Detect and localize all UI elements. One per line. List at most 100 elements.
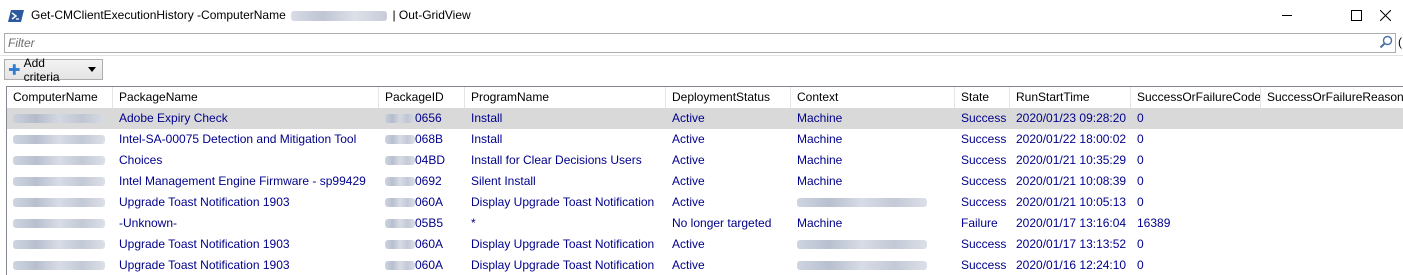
cell-programname: Display Upgrade Toast Notification (471, 258, 655, 272)
title-bar: Get-CMClientExecutionHistory -ComputerNa… (0, 0, 1403, 32)
cell-successorfailurereason (1261, 234, 1403, 255)
filter-box (4, 33, 1396, 53)
cell-context: Machine (797, 216, 843, 230)
table-row[interactable]: Upgrade Toast Notification 1903 060A Displ… (7, 192, 1403, 213)
maximize-button[interactable] (1333, 0, 1379, 30)
cell-successorfailurereason (1261, 171, 1403, 192)
cell-packagename: Intel Management Engine Firmware - sp994… (119, 174, 366, 188)
redacted-value (13, 156, 105, 166)
redacted-value (13, 198, 105, 208)
cell-deploymentstatus: Active (672, 132, 705, 146)
redacted-prefix (385, 135, 415, 145)
cell-successorfailurereason (1261, 255, 1403, 275)
column-header-packagename[interactable]: PackageName (113, 87, 379, 108)
column-header-programname[interactable]: ProgramName (465, 87, 666, 108)
table-row[interactable]: Choices 04BD Install for Clear Decisions U… (7, 150, 1403, 171)
close-button[interactable] (1380, 0, 1403, 30)
cell-state: Success (961, 258, 1007, 272)
cell-deploymentstatus: Active (672, 258, 705, 272)
cell-packagename: Adobe Expiry Check (119, 111, 228, 125)
window-title: Get-CMClientExecutionHistory -ComputerNa… (31, 8, 471, 22)
cell-computername (7, 171, 113, 192)
add-criteria-button[interactable]: Add criteria (4, 56, 103, 84)
column-header-successorfailurereason[interactable]: SuccessOrFailureReason (1261, 87, 1403, 108)
redacted-value (13, 177, 105, 187)
package-id-suffix: 0656 (415, 111, 442, 125)
cell-successorfailurecode: 0 (1137, 132, 1144, 146)
cell-successorfailurereason (1261, 192, 1403, 213)
package-id-suffix: 068B (415, 132, 444, 146)
minimize-icon (1281, 14, 1292, 16)
redacted-value (797, 198, 927, 208)
cell-computername (7, 150, 113, 171)
table-row[interactable]: Upgrade Toast Notification 1903 060A Displ… (7, 234, 1403, 255)
results-grid[interactable]: ComputerName PackageName PackageID ProgramN… (6, 86, 1403, 275)
cell-computername (7, 129, 113, 150)
cell-successorfailurecode: 16389 (1137, 216, 1171, 230)
package-id-suffix: 04BD (415, 153, 446, 167)
cell-runstarttime: 2020/01/21 10:05:13 (1016, 195, 1127, 209)
search-icon[interactable] (1379, 35, 1393, 49)
column-header-packageid[interactable]: PackageID (379, 87, 465, 108)
cell-deploymentstatus: No longer targeted (672, 216, 772, 230)
cell-successorfailurecode: 0 (1137, 174, 1144, 188)
cell-packagename: Intel-SA-00075 Detection and Mitigation … (119, 132, 357, 146)
cell-computername (7, 234, 113, 255)
minimize-button[interactable] (1264, 0, 1310, 30)
cell-state: Success (961, 237, 1007, 251)
cell-packagename: Choices (119, 153, 163, 167)
column-header-context[interactable]: Context (791, 87, 955, 108)
cell-context (791, 234, 955, 255)
redacted-prefix (385, 219, 415, 229)
maximize-icon (1350, 9, 1362, 21)
cell-runstarttime: 2020/01/17 13:16:04 (1016, 216, 1127, 230)
cell-successorfailurecode: 0 (1137, 258, 1144, 272)
cell-programname: Install for Clear Decisions Users (471, 153, 642, 167)
package-id-suffix: 05B5 (415, 216, 444, 230)
cell-deploymentstatus: Active (672, 195, 705, 209)
cell-state: Success (961, 153, 1007, 167)
package-id-suffix: 060A (415, 258, 444, 272)
cell-computername (7, 108, 113, 129)
table-row[interactable]: Upgrade Toast Notification 1903 060A Displ… (7, 255, 1403, 275)
redacted-value (797, 261, 927, 271)
cell-successorfailurereason (1261, 108, 1403, 129)
cell-runstarttime: 2020/01/21 10:35:29 (1016, 153, 1127, 167)
cell-packageid: 060A (379, 192, 465, 213)
chevron-down-icon (88, 67, 96, 72)
cell-packageid: 060A (379, 234, 465, 255)
cell-packageid: 05B5 (379, 213, 465, 234)
table-row[interactable]: -Unknown- 05B5 * No longer targeted Machine F… (7, 213, 1403, 234)
column-header-successorfailurecode[interactable]: SuccessOrFailureCode (1131, 87, 1261, 108)
window-title-prefix: Get-CMClientExecutionHistory -ComputerNa… (31, 8, 286, 22)
cell-successorfailurecode: 0 (1137, 153, 1144, 167)
cell-successorfailurecode: 0 (1137, 111, 1144, 125)
table-header: ComputerName PackageName PackageID ProgramN… (7, 87, 1403, 109)
cell-packageid: 04BD (379, 150, 465, 171)
cell-deploymentstatus: Active (672, 111, 705, 125)
close-icon (1380, 9, 1391, 21)
cell-packageid: 068B (379, 129, 465, 150)
cell-programname: Display Upgrade Toast Notification (471, 237, 655, 251)
column-header-runstarttime[interactable]: RunStartTime (1010, 87, 1131, 108)
powershell-icon (8, 10, 24, 22)
cell-runstarttime: 2020/01/21 10:08:39 (1016, 174, 1127, 188)
column-header-computername[interactable]: ComputerName (7, 87, 113, 108)
column-header-deploymentstatus[interactable]: DeploymentStatus (666, 87, 791, 108)
plus-icon (9, 64, 20, 75)
column-header-state[interactable]: State (955, 87, 1010, 108)
cell-packageid: 0656 (379, 108, 465, 129)
clear-filter-edge[interactable]: ( (1398, 35, 1402, 49)
cell-packageid: 060A (379, 255, 465, 275)
cell-context (791, 255, 955, 275)
table-row[interactable]: Intel-SA-00075 Detection and Mitigation … (7, 129, 1403, 150)
redacted-prefix (385, 240, 415, 250)
table-row[interactable]: Intel Management Engine Firmware - sp994… (7, 171, 1403, 192)
cell-deploymentstatus: Active (672, 237, 705, 251)
package-id-suffix: 060A (415, 195, 444, 209)
table-row[interactable]: Adobe Expiry Check 0656 Install Active Machi… (7, 108, 1403, 129)
window-title-suffix: | Out-GridView (392, 8, 471, 22)
filter-input[interactable] (8, 35, 1368, 50)
cell-computername (7, 192, 113, 213)
redacted-value (13, 219, 105, 229)
